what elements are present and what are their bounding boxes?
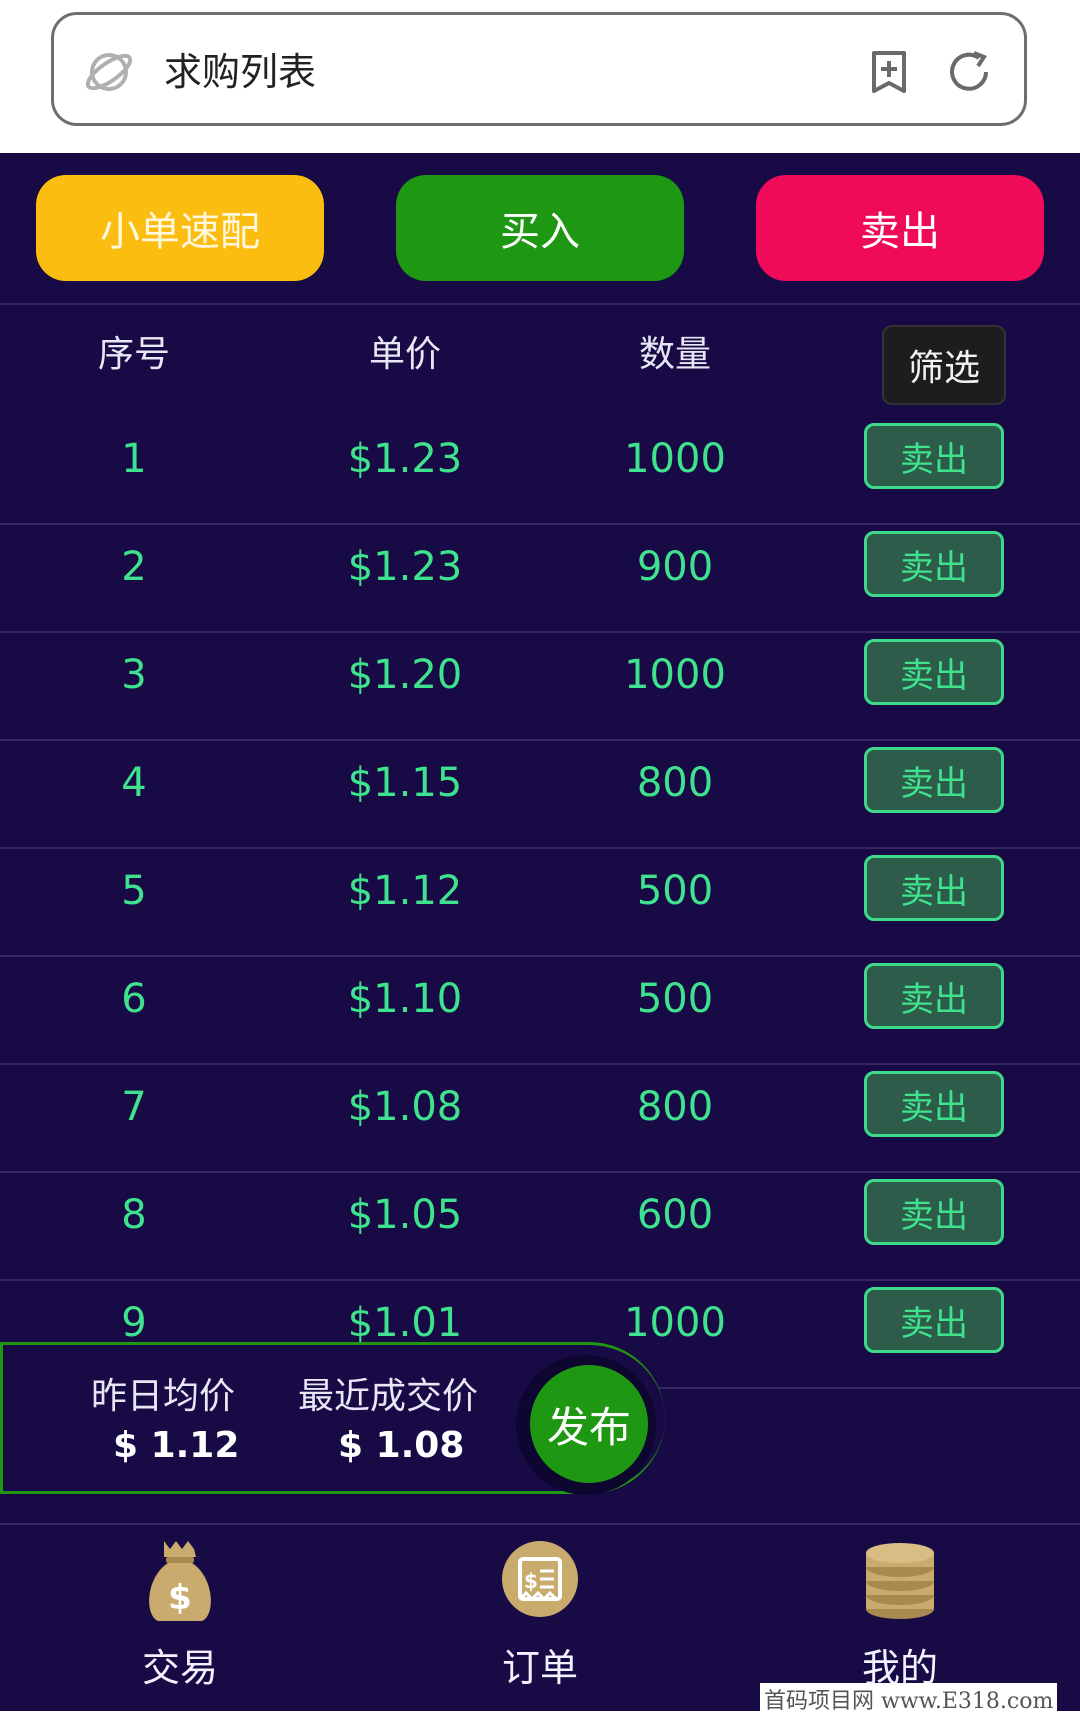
last-trade-value: $ 1.08 (338, 1425, 465, 1466)
svg-text:$: $ (168, 1578, 192, 1618)
row-index: 3 (121, 652, 147, 698)
svg-text:$: $ (524, 1569, 538, 1593)
row-sell-button[interactable]: 卖出 (864, 747, 1004, 813)
row-price: $1.23 (347, 436, 463, 482)
row-sell-button[interactable]: 卖出 (864, 1179, 1004, 1245)
header-index: 序号 (97, 334, 170, 375)
row-index: 1 (121, 436, 147, 482)
receipt-icon: $ (502, 1541, 578, 1617)
row-index: 7 (121, 1084, 147, 1130)
nav-item-orders[interactable]: $ 订单 (440, 1525, 640, 1711)
row-sell-button[interactable]: 卖出 (864, 1071, 1004, 1137)
row-index: 2 (121, 544, 147, 590)
header-price: 单价 (368, 334, 441, 375)
row-index: 8 (121, 1192, 147, 1238)
row-quantity: 1000 (624, 436, 726, 482)
row-quantity: 500 (636, 976, 714, 1022)
row-price: $1.05 (347, 1192, 463, 1238)
table-row: 6 $1.10 500 卖出 (0, 945, 1080, 1053)
last-trade-label: 最近成交价 (298, 1376, 479, 1417)
add-bookmark-icon[interactable] (864, 47, 914, 97)
money-bag-icon: $ (149, 1541, 211, 1621)
table-row: 7 $1.08 800 卖出 (0, 1053, 1080, 1161)
row-quantity: 800 (636, 1084, 714, 1130)
row-price: $1.10 (347, 976, 463, 1022)
row-price: $1.23 (347, 544, 463, 590)
row-index: 6 (121, 976, 147, 1022)
table-row: 1 $1.23 1000 卖出 (0, 405, 1080, 513)
row-sell-button[interactable]: 卖出 (864, 855, 1004, 921)
nav-item-trade[interactable]: $ 交易 (80, 1525, 280, 1711)
row-sell-button[interactable]: 卖出 (864, 1287, 1004, 1353)
sell-button[interactable]: 卖出 (756, 175, 1044, 281)
row-price: $1.12 (347, 868, 463, 914)
refresh-icon[interactable] (944, 47, 994, 97)
buy-button[interactable]: 买入 (396, 175, 684, 281)
table-row: 2 $1.23 900 卖出 (0, 513, 1080, 621)
page-title: 求购列表 (164, 50, 317, 94)
row-price: $1.20 (347, 652, 463, 698)
nav-label: 订单 (501, 1646, 578, 1690)
table-row: 8 $1.05 600 卖出 (0, 1161, 1080, 1269)
watermark: 首码项目网 www.E318.com (760, 1683, 1058, 1715)
row-sell-button[interactable]: 卖出 (864, 963, 1004, 1029)
row-quantity: 900 (636, 544, 714, 590)
browser-address-bar: 求购列表 (0, 0, 1080, 153)
header-quantity: 数量 (638, 334, 711, 375)
nav-label: 交易 (141, 1646, 218, 1690)
action-buttons: 小单速配 买入 卖出 (0, 175, 1080, 281)
planet-icon (85, 53, 133, 91)
row-quantity: 500 (636, 868, 714, 914)
row-quantity: 1000 (624, 652, 726, 698)
row-index: 5 (121, 868, 147, 914)
coin-stack-icon (866, 1543, 934, 1619)
yesterday-average-value: $ 1.12 (113, 1425, 240, 1466)
row-price: $1.15 (347, 760, 463, 806)
price-summary-panel: 昨日均价 $ 1.12 最近成交价 $ 1.08 发布 (0, 1342, 665, 1495)
row-index: 4 (121, 760, 147, 806)
publish-button[interactable]: 发布 (530, 1365, 648, 1483)
app-screen: 小单速配 买入 卖出 序号 单价 数量 筛选 1 $1.23 1000 卖出 2… (0, 153, 1080, 1711)
row-sell-button[interactable]: 卖出 (864, 423, 1004, 489)
filter-button[interactable]: 筛选 (882, 325, 1006, 405)
table-row: 4 $1.15 800 卖出 (0, 729, 1080, 837)
row-quantity: 800 (636, 760, 714, 806)
yesterday-average-label: 昨日均价 (91, 1376, 236, 1417)
url-field[interactable]: 求购列表 (51, 12, 1027, 126)
table-row: 3 $1.20 1000 卖出 (0, 621, 1080, 729)
quick-match-button[interactable]: 小单速配 (36, 175, 324, 281)
table-row: 5 $1.12 500 卖出 (0, 837, 1080, 945)
row-quantity: 600 (636, 1192, 714, 1238)
row-sell-button[interactable]: 卖出 (864, 639, 1004, 705)
row-sell-button[interactable]: 卖出 (864, 531, 1004, 597)
row-price: $1.08 (347, 1084, 463, 1130)
